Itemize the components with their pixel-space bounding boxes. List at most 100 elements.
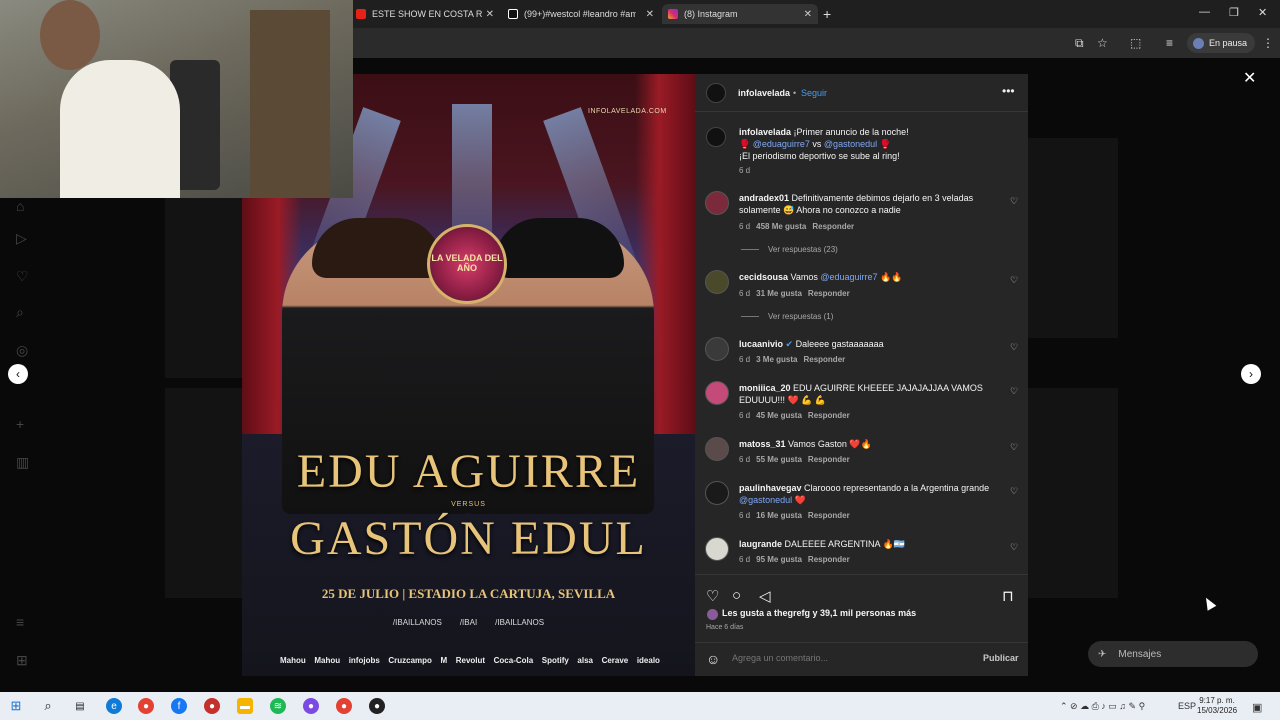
comment-like-icon[interactable]: ♡ — [1010, 442, 1018, 453]
comment-username[interactable]: matoss_31 — [739, 439, 786, 449]
commenter-avatar[interactable] — [705, 337, 729, 361]
commenter-avatar[interactable] — [705, 481, 729, 505]
view-replies[interactable]: Ver respuestas (1) — [741, 312, 833, 321]
next-post-button[interactable]: › — [1241, 364, 1261, 384]
more-options-icon[interactable]: ••• — [1002, 84, 1015, 98]
comment-like-icon[interactable]: ♡ — [1010, 542, 1018, 553]
close-tab-icon[interactable]: ✕ — [486, 9, 494, 20]
language-indicator[interactable]: ESP — [1178, 701, 1196, 711]
comment-likes[interactable]: 31 Me gusta — [756, 289, 802, 298]
view-replies[interactable]: Ver respuestas (23) — [741, 245, 838, 254]
mention-link[interactable]: @eduaguirre7 — [753, 139, 810, 149]
messages-button[interactable]: ✈ Mensajes — [1088, 641, 1258, 667]
comment-time: 6 d — [739, 455, 751, 464]
chrome-icon[interactable]: ● — [138, 698, 154, 714]
comment-username[interactable]: lucaanivio — [739, 339, 783, 349]
comment-likes[interactable]: 458 Me gusta — [756, 222, 806, 231]
prev-post-button[interactable]: ‹ — [8, 364, 28, 384]
new-tab-button[interactable]: + — [823, 6, 831, 22]
comment-like-icon[interactable]: ♡ — [1010, 342, 1018, 353]
reply-button[interactable]: Responder — [808, 555, 850, 564]
tray-icons[interactable]: ⌃ ⊘ ☁ ⎙ ♪ ▭ ♫ ✎ ⚲ — [1060, 701, 1145, 712]
comment-username[interactable]: laugrande — [739, 539, 782, 549]
comment-time: 6 d — [739, 411, 751, 420]
caption-vs: vs — [809, 139, 824, 149]
comment-likes[interactable]: 16 Me gusta — [756, 511, 802, 520]
spotify-icon[interactable]: ≋ — [270, 698, 286, 714]
comment-username[interactable]: andradex01 — [739, 193, 789, 203]
comment-username[interactable]: paulinhavegav — [739, 483, 802, 493]
reply-button[interactable]: Responder — [808, 289, 850, 298]
window-close-icon[interactable]: ✕ — [1258, 6, 1267, 19]
comment-username[interactable]: cecidsousa — [739, 272, 788, 282]
comment-likes[interactable]: 45 Me gusta — [756, 411, 802, 420]
reply-button[interactable]: Responder — [803, 355, 845, 364]
comment-username[interactable]: moniiica_20 — [739, 383, 791, 393]
obs-icon[interactable]: ● — [303, 698, 319, 714]
mention-link[interactable]: @gastonedul — [739, 495, 792, 505]
liker-avatar[interactable] — [707, 609, 718, 620]
bookmark-star-icon[interactable]: ☆ — [1097, 36, 1108, 50]
app-icon[interactable]: ● — [204, 698, 220, 714]
tab-tiktok[interactable]: (99+)#westcol #leandro #aman ✕ — [502, 4, 660, 24]
comment-like-icon[interactable]: ♡ — [1010, 196, 1018, 207]
file-explorer-icon[interactable]: ▬ — [237, 698, 253, 714]
mention-link[interactable]: @gastonedul — [824, 139, 877, 149]
close-tab-icon[interactable]: ✕ — [804, 9, 812, 20]
caption-avatar[interactable] — [706, 127, 726, 147]
tiktok-handle: /IBAILLANOS — [495, 618, 545, 627]
minimize-icon[interactable]: — — [1199, 6, 1210, 18]
separator-dot: • — [793, 88, 797, 98]
tab-instagram[interactable]: (8) Instagram ✕ — [662, 4, 818, 24]
comment-like-icon[interactable]: ♡ — [1010, 275, 1018, 286]
likes-summary[interactable]: Les gusta a thegrefg y 39,1 mil personas… — [722, 608, 916, 618]
tab-youtube[interactable]: ESTE SHOW EN COSTA RICA SE ✕ — [350, 4, 500, 24]
facebook-icon[interactable]: f — [171, 698, 187, 714]
extensions-icon[interactable]: ⬚ — [1130, 36, 1141, 50]
system-clock[interactable]: 9:17 p. m. 15/03/2026 — [1197, 696, 1237, 716]
close-modal-icon[interactable]: ✕ — [1243, 68, 1256, 88]
task-view-icon[interactable]: ▤ — [72, 698, 88, 714]
notifications-icon[interactable]: ▣ — [1252, 701, 1262, 714]
publish-button[interactable]: Publicar — [983, 653, 1019, 663]
share-icon[interactable]: ◁ — [759, 587, 771, 605]
comment-likes[interactable]: 55 Me gusta — [756, 455, 802, 464]
chrome-profile-icon[interactable]: ● — [336, 698, 352, 714]
search-icon[interactable]: ⌕ — [40, 698, 56, 714]
commenter-avatar[interactable] — [705, 270, 729, 294]
windows-start-icon[interactable]: ⊞ — [8, 698, 24, 714]
save-icon[interactable]: ⊓ — [1002, 587, 1014, 605]
commenter-avatar[interactable] — [705, 381, 729, 405]
comment-input[interactable] — [732, 653, 972, 663]
edge-icon[interactable]: e — [106, 698, 122, 714]
comment-like-icon[interactable]: ♡ — [1010, 486, 1018, 497]
post-caption: infolavelada ¡Primer anuncio de la noche… — [739, 126, 1014, 162]
media-icon[interactable]: ≡ — [1166, 36, 1173, 50]
restore-icon[interactable]: ❐ — [1229, 6, 1239, 19]
caption-username[interactable]: infolavelada — [739, 127, 791, 137]
sponsor-logo: infojobs — [348, 656, 380, 665]
reply-button[interactable]: Responder — [812, 222, 854, 231]
author-avatar[interactable] — [706, 83, 726, 103]
like-icon[interactable]: ♡ — [706, 587, 719, 605]
follow-button[interactable]: Seguir — [801, 88, 827, 98]
reply-button[interactable]: Responder — [808, 511, 850, 520]
reply-button[interactable]: Responder — [808, 411, 850, 420]
profile-button[interactable]: En pausa — [1187, 33, 1256, 53]
commenter-avatar[interactable] — [705, 437, 729, 461]
author-username[interactable]: infolavelada — [738, 88, 790, 98]
comment-like-icon[interactable]: ♡ — [1010, 386, 1018, 397]
reply-button[interactable]: Responder — [808, 455, 850, 464]
commenter-avatar[interactable] — [705, 191, 729, 215]
menu-icon[interactable]: ⋮ — [1262, 36, 1274, 50]
commenter-avatar[interactable] — [705, 537, 729, 561]
comment-likes[interactable]: 95 Me gusta — [756, 555, 802, 564]
install-icon[interactable]: ⧉ — [1075, 36, 1084, 51]
mention-link[interactable]: @eduaguirre7 — [820, 272, 877, 282]
comment-time: 6 d — [739, 355, 751, 364]
app-icon-dark[interactable]: ● — [369, 698, 385, 714]
comment-icon[interactable]: ○ — [732, 587, 741, 604]
comment-likes[interactable]: 3 Me gusta — [756, 355, 797, 364]
emoji-icon[interactable]: ☺ — [706, 651, 720, 667]
close-tab-icon[interactable]: ✕ — [646, 9, 654, 20]
